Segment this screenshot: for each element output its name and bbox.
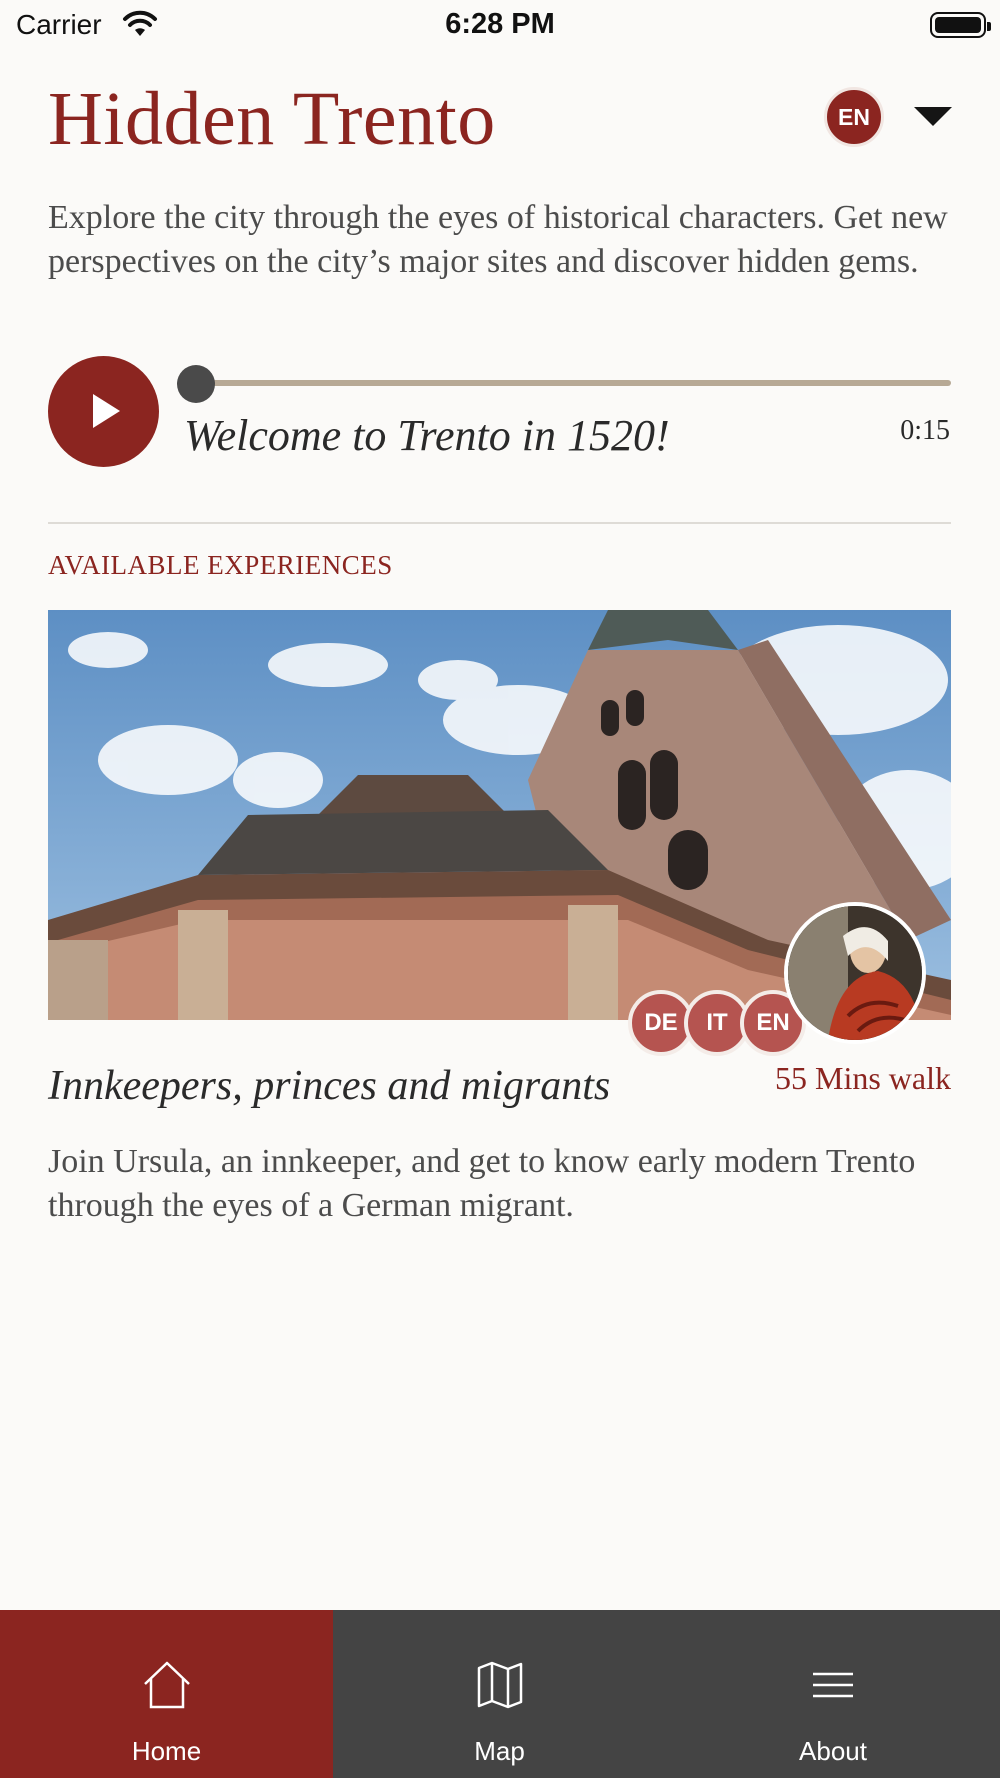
tab-map[interactable]: Map (333, 1610, 666, 1778)
tab-bar: Home Map About (0, 1610, 1000, 1778)
menu-icon (813, 1672, 853, 1698)
chevron-down-icon[interactable] (914, 107, 952, 126)
divider (48, 522, 951, 524)
experience-duration: 55 Mins walk (775, 1060, 951, 1096)
tab-map-label: Map (474, 1736, 525, 1766)
audio-scrubber-handle[interactable] (177, 365, 215, 403)
tab-home-label: Home (131, 1736, 202, 1766)
play-icon (93, 394, 120, 428)
tab-home[interactable]: Home (0, 1610, 333, 1778)
home-icon (143, 1661, 190, 1709)
audio-duration: 0:15 (900, 415, 950, 446)
app-title: Hidden Trento (48, 77, 496, 161)
status-bar: Carrier 6:28 PM (0, 0, 1000, 50)
audio-title: Welcome to Trento in 1520! (184, 411, 670, 460)
battery-icon (930, 12, 991, 38)
map-icon (477, 1661, 522, 1709)
tab-about[interactable]: About (666, 1610, 1000, 1778)
intro-text: Explore the city through the eyes of his… (48, 199, 948, 280)
character-avatar (784, 902, 926, 1044)
play-button[interactable] (48, 356, 159, 467)
experience-title[interactable]: Innkeepers, princes and migrants (48, 1062, 610, 1110)
audio-progress-track[interactable] (196, 380, 951, 386)
tab-about-label: About (799, 1736, 867, 1766)
language-badge[interactable]: EN (824, 87, 884, 147)
status-time: 6:28 PM (445, 8, 555, 40)
section-heading: AVAILABLE EXPERIENCES (48, 550, 393, 580)
experience-description: Join Ursula, an innkeeper, and get to kn… (48, 1143, 916, 1224)
